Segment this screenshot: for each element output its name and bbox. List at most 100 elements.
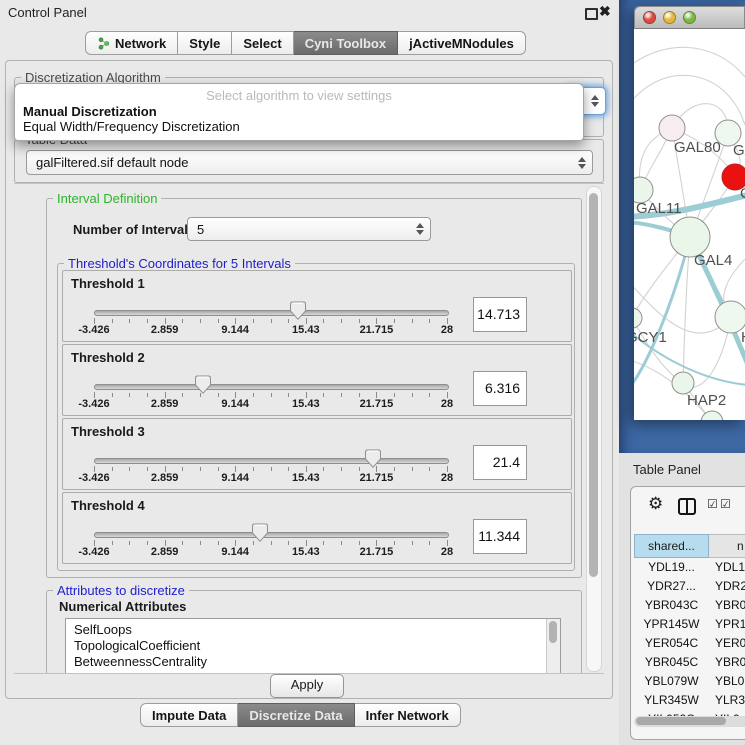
table-cell: YLR3 xyxy=(709,691,745,710)
close-icon[interactable]: ✖ xyxy=(599,3,611,20)
number-of-intervals-combo[interactable]: 5 xyxy=(187,217,431,241)
tick-mark xyxy=(253,319,254,323)
list-item-topologicalcoefficient[interactable]: TopologicalCoefficient xyxy=(66,638,560,654)
table-panel-section: Table Panel ⚙ ☑ ☑ shared...n YDL19...YDL… xyxy=(619,453,745,745)
traffic-light-minimize[interactable] xyxy=(663,11,676,24)
tick-mark xyxy=(341,319,342,323)
slider-thumb[interactable] xyxy=(194,375,212,400)
slider-thumb[interactable] xyxy=(251,523,269,548)
combo-stepper-icon[interactable] xyxy=(591,95,599,107)
table-cell: YDL1 xyxy=(709,558,745,577)
network-view-background: GAL80GACGAL11GAL4GCY1HHAP2 xyxy=(619,0,745,453)
tick-label: 15.43 xyxy=(281,398,331,410)
network-window-titlebar[interactable] xyxy=(634,6,745,29)
float-window-icon[interactable] xyxy=(585,8,598,20)
tab-label: Style xyxy=(189,36,220,51)
network-window: GAL80GACGAL11GAL4GCY1HHAP2 xyxy=(634,6,745,420)
traffic-light-zoom[interactable] xyxy=(683,11,696,24)
tick-mark xyxy=(218,319,219,323)
tick-mark xyxy=(359,541,360,545)
popup-option-manual-discretization[interactable]: Manual Discretization xyxy=(19,104,579,119)
checkbox-icon[interactable]: ☑ xyxy=(707,497,718,511)
checkbox-icon[interactable]: ☑ xyxy=(720,497,731,511)
slider-track[interactable] xyxy=(94,458,449,464)
tick-mark xyxy=(147,393,148,397)
tick-mark xyxy=(412,467,413,471)
table-cell: YBR045C xyxy=(634,653,709,672)
combo-stepper-icon[interactable] xyxy=(578,157,586,169)
tab-impute-data[interactable]: Impute Data xyxy=(140,703,238,727)
settings-vertical-scrollbar[interactable] xyxy=(586,186,602,672)
tab-jactivemnodules[interactable]: jActiveMNodules xyxy=(398,31,526,55)
slider-track[interactable] xyxy=(94,532,449,538)
network-canvas[interactable]: GAL80GACGAL11GAL4GCY1HHAP2 xyxy=(634,29,745,420)
column-layout-icon[interactable] xyxy=(678,498,696,515)
table-row[interactable]: YDL19...YDL1 xyxy=(634,558,745,577)
slider-track[interactable] xyxy=(94,384,449,390)
number-of-intervals-label: Number of Intervals xyxy=(73,222,195,237)
threshold-box-4: Threshold 4-3.4262.8599.14415.4321.71528… xyxy=(62,492,572,564)
attributes-group-title: Attributes to discretize xyxy=(53,583,189,598)
tick-mark xyxy=(429,393,430,397)
tab-network[interactable]: Network xyxy=(85,31,178,55)
attributes-list-scrollbar[interactable] xyxy=(546,619,560,674)
tick-mark xyxy=(112,319,113,323)
table-cell: YBR0 xyxy=(709,596,745,615)
tick-mark xyxy=(323,319,324,323)
list-item-betweennesscentrality[interactable]: BetweennessCentrality xyxy=(66,654,560,670)
tick-mark xyxy=(112,541,113,545)
gear-icon[interactable]: ⚙ xyxy=(648,495,663,513)
tab-discretize-data[interactable]: Discretize Data xyxy=(238,703,354,727)
tick-label: -3.426 xyxy=(69,472,119,484)
tick-label: 21.715 xyxy=(351,398,401,410)
table-data-combo[interactable]: galFiltered.sif default node xyxy=(26,150,593,175)
network-node-gal4[interactable] xyxy=(670,217,710,257)
node-label: C xyxy=(740,185,745,202)
tab-infer-network[interactable]: Infer Network xyxy=(355,703,461,727)
popup-option-equal-width-frequency-discretization[interactable]: Equal Width/Frequency Discretization xyxy=(19,119,579,134)
table-row[interactable]: YER054CYER0 xyxy=(634,634,745,653)
table-header-row: shared...n xyxy=(634,534,745,558)
network-node-gcy1[interactable] xyxy=(634,308,642,328)
threshold-value-input[interactable]: 6.316 xyxy=(473,371,527,406)
table-horizontal-scrollbar[interactable] xyxy=(634,716,745,727)
tab-cyni-toolbox[interactable]: Cyni Toolbox xyxy=(294,31,398,55)
node-label: GCY1 xyxy=(634,329,667,346)
table-row[interactable]: YPR145WYPR1 xyxy=(634,615,745,634)
slider-thumb[interactable] xyxy=(364,449,382,474)
tick-mark xyxy=(147,541,148,545)
tick-label: 2.859 xyxy=(140,398,190,410)
table-cell: YDR27... xyxy=(634,577,709,596)
table-row[interactable]: YBR043CYBR0 xyxy=(634,596,745,615)
threshold-box-2: Threshold 2-3.4262.8599.14415.4321.71528… xyxy=(62,344,572,416)
threshold-value-input[interactable]: 21.4 xyxy=(473,445,527,480)
attributes-list[interactable]: SelfLoopsTopologicalCoefficientBetweenne… xyxy=(65,618,561,674)
list-item-selfloops[interactable]: SelfLoops xyxy=(66,622,560,638)
table-row[interactable]: YDR27...YDR2 xyxy=(634,577,745,596)
tick-mark xyxy=(147,467,148,471)
network-node-hap2[interactable] xyxy=(672,372,694,394)
table-row[interactable]: YLR345WYLR3 xyxy=(634,691,745,710)
tick-mark xyxy=(412,319,413,323)
tick-mark xyxy=(412,541,413,545)
table-data-group: Table Data galFiltered.sif default node xyxy=(14,139,604,183)
combo-stepper-icon[interactable] xyxy=(416,223,424,235)
tick-mark xyxy=(253,393,254,397)
node-label: GAL11 xyxy=(636,200,682,217)
table-row[interactable]: YBR045CYBR0 xyxy=(634,653,745,672)
table-row[interactable]: YBL079WYBL0 xyxy=(634,672,745,691)
threshold-value-input[interactable]: 11.344 xyxy=(473,519,527,554)
slider-track[interactable] xyxy=(94,310,449,316)
tab-select[interactable]: Select xyxy=(232,31,293,55)
apply-button[interactable]: Apply xyxy=(270,674,344,698)
threshold-value-input[interactable]: 14.713 xyxy=(473,297,527,332)
network-node-gal80[interactable] xyxy=(659,115,685,141)
slider-thumb[interactable] xyxy=(289,301,307,326)
column-header-shared[interactable]: shared... xyxy=(634,534,709,558)
traffic-light-close[interactable] xyxy=(643,11,656,24)
threshold-box-3: Threshold 3-3.4262.8599.14415.4321.71528… xyxy=(62,418,572,490)
column-header-n[interactable]: n xyxy=(709,534,745,558)
network-edge xyxy=(634,359,712,420)
tab-style[interactable]: Style xyxy=(178,31,232,55)
tick-mark xyxy=(271,467,272,471)
